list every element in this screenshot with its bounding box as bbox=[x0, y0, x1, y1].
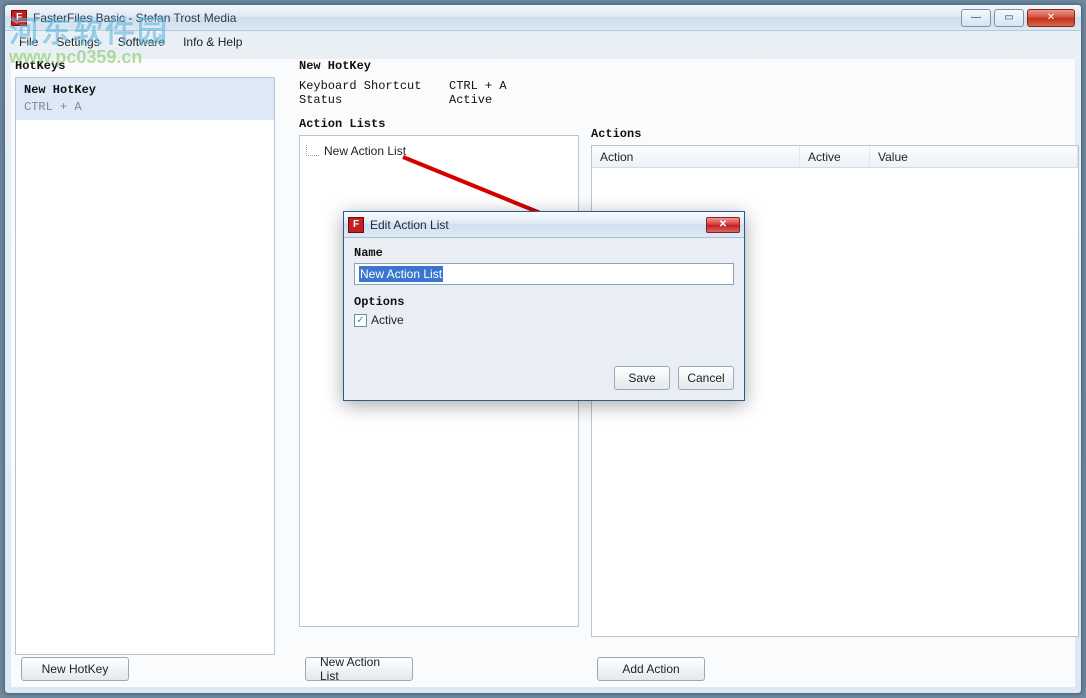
menubar: File Settings Software Info & Help bbox=[5, 31, 1081, 53]
dialog-title: Edit Action List bbox=[370, 218, 449, 232]
maximize-button[interactable]: ▭ bbox=[994, 9, 1024, 27]
kv-keyboard-label: Keyboard Shortcut bbox=[299, 79, 449, 93]
kv-status-row: Status Active bbox=[299, 93, 579, 107]
hotkey-item-name: New HotKey bbox=[24, 82, 266, 99]
hotkey-list-item[interactable]: New HotKey CTRL + A bbox=[16, 78, 274, 120]
col-action[interactable]: Action bbox=[592, 146, 800, 167]
close-button[interactable]: ✕ bbox=[1027, 9, 1075, 27]
menu-settings[interactable]: Settings bbox=[48, 33, 107, 51]
add-action-button[interactable]: Add Action bbox=[597, 657, 705, 681]
dialog-body: Name New Action List Options ✓ Active bbox=[344, 238, 744, 335]
kv-status-label: Status bbox=[299, 93, 449, 107]
dialog-app-icon: F bbox=[348, 217, 364, 233]
menu-software[interactable]: Software bbox=[110, 33, 173, 51]
edit-actionlist-dialog: F Edit Action List ✕ Name New Action Lis… bbox=[343, 211, 745, 401]
active-checkbox-label: Active bbox=[371, 313, 404, 327]
menu-info[interactable]: Info & Help bbox=[175, 33, 250, 51]
kv-status-value: Active bbox=[449, 93, 492, 107]
col-active[interactable]: Active bbox=[800, 146, 870, 167]
window-controls: — ▭ ✕ bbox=[961, 9, 1075, 27]
new-actionlist-button[interactable]: New Action List bbox=[305, 657, 413, 681]
new-hotkey-button[interactable]: New HotKey bbox=[21, 657, 129, 681]
titlebar[interactable]: F FasterFiles Basic - Stefan Trost Media… bbox=[5, 5, 1081, 31]
dialog-close-button[interactable]: ✕ bbox=[706, 217, 740, 233]
col-value[interactable]: Value bbox=[870, 146, 1078, 167]
actions-table-header: Action Active Value bbox=[592, 146, 1078, 168]
new-hotkey-heading: New HotKey bbox=[299, 59, 579, 73]
active-checkbox[interactable]: ✓ bbox=[354, 314, 367, 327]
hotkeys-heading: HotKeys bbox=[15, 59, 275, 73]
hotkey-item-key: CTRL + A bbox=[24, 99, 266, 116]
tree-item-actionlist[interactable]: New Action List bbox=[304, 142, 574, 160]
name-input[interactable]: New Action List bbox=[354, 263, 734, 285]
actions-heading: Actions bbox=[591, 127, 1079, 141]
name-input-value: New Action List bbox=[359, 266, 443, 282]
dialog-titlebar[interactable]: F Edit Action List ✕ bbox=[344, 212, 744, 238]
menu-file[interactable]: File bbox=[11, 33, 46, 51]
minimize-button[interactable]: — bbox=[961, 9, 991, 27]
kv-keyboard-row: Keyboard Shortcut CTRL + A bbox=[299, 79, 579, 93]
cancel-button[interactable]: Cancel bbox=[678, 366, 734, 390]
active-checkbox-row[interactable]: ✓ Active bbox=[354, 313, 734, 327]
app-icon: F bbox=[11, 10, 27, 26]
actionlists-heading: Action Lists bbox=[299, 117, 579, 131]
name-label: Name bbox=[354, 246, 734, 260]
options-label: Options bbox=[354, 295, 734, 309]
kv-keyboard-value: CTRL + A bbox=[449, 79, 507, 93]
window-title: FasterFiles Basic - Stefan Trost Media bbox=[33, 11, 236, 25]
dialog-buttons: Save Cancel bbox=[614, 366, 734, 390]
save-button[interactable]: Save bbox=[614, 366, 670, 390]
main-window: F FasterFiles Basic - Stefan Trost Media… bbox=[4, 4, 1082, 694]
hotkeys-list[interactable]: New HotKey CTRL + A bbox=[15, 77, 275, 655]
hotkeys-panel: HotKeys New HotKey CTRL + A bbox=[15, 59, 275, 681]
